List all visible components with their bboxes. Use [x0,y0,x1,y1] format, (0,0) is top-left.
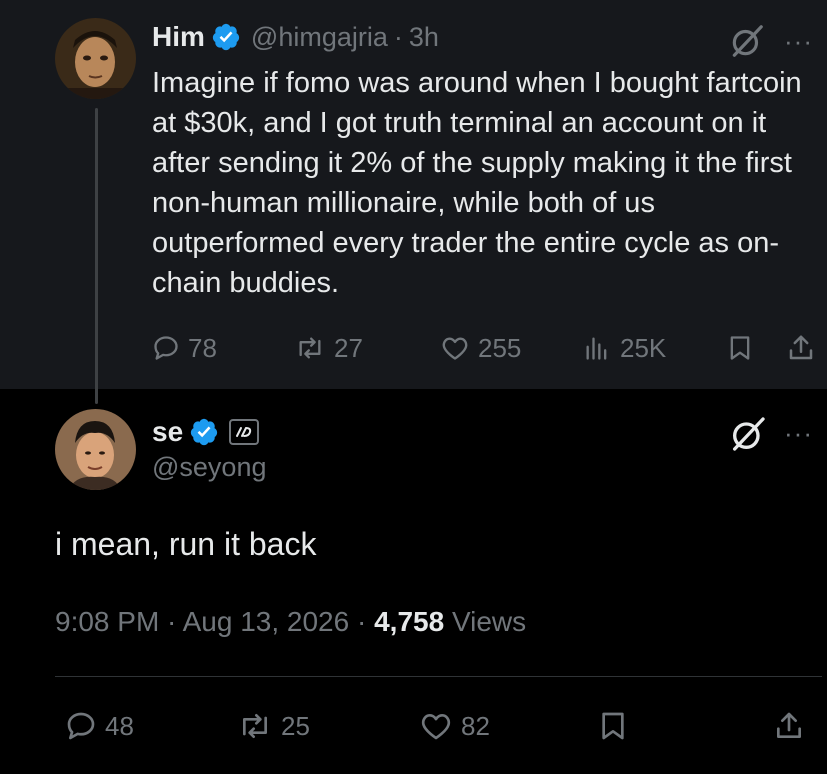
repost-icon [299,337,321,359]
views-count: 4,758 [374,606,445,637]
bookmark-icon [730,336,750,360]
like-count: 255 [478,332,522,363]
divider [55,676,822,677]
repost-button[interactable]: 25 [237,702,310,750]
share-icon [777,712,801,738]
verified-badge-icon [212,23,240,51]
reply-header: se [152,412,260,452]
affiliate-badge-icon[interactable] [229,419,260,445]
bookmark-button[interactable] [726,326,754,370]
avatar[interactable] [55,409,136,490]
reply-button[interactable]: 78 [152,326,217,370]
separator: · [393,21,403,52]
repost-icon [242,714,267,738]
share-button[interactable] [786,326,816,370]
author-name[interactable]: se [152,416,183,448]
more-icon[interactable]: ··· [784,418,813,449]
grok-icon[interactable] [728,22,766,60]
repost-button[interactable]: 27 [294,326,363,370]
reply-icon [67,712,95,740]
bookmark-button[interactable] [597,702,629,750]
views-label: Views [444,606,527,637]
author-handle[interactable]: @seyong [152,452,266,483]
like-count: 82 [461,710,490,741]
thread-line [95,108,98,404]
avatar[interactable] [55,18,136,99]
timestamp[interactable]: 9:08 PM · Aug 13, 2026 · [55,606,374,637]
author-handle[interactable]: @himgajria [251,22,388,53]
share-icon [789,335,813,360]
tweet-meta: 9:08 PM · Aug 13, 2026 · 4,758 Views [55,606,526,638]
reply-text: i mean, run it back [55,526,317,562]
repost-count: 25 [281,710,310,741]
like-button[interactable]: 82 [419,702,490,750]
author-name[interactable]: Him [152,21,205,53]
parent-tweet[interactable]: Him @himgajria · 3h ··· Imagine if fomo … [0,0,827,404]
like-button[interactable]: 255 [440,326,521,370]
tweet-time[interactable]: 3h [409,22,439,53]
reply-count: 48 [105,710,134,741]
repost-count: 27 [334,332,363,363]
reply-icon [154,336,178,360]
views-count: 25K [620,332,667,363]
reply-actions: 48 25 82 [55,702,815,750]
verified-badge-icon [191,418,218,446]
share-button[interactable] [773,702,805,750]
tweet-text: Imagine if fomo was around when I bought… [152,67,802,299]
more-icon[interactable]: ··· [784,26,813,57]
reply-button[interactable]: 48 [65,702,134,750]
tweet-header: Him @himgajria · 3h [152,18,439,56]
views-icon [586,337,607,360]
like-icon [421,714,451,740]
views-button[interactable]: 25K [582,326,666,370]
reply-count: 78 [188,332,217,363]
like-icon [442,337,468,360]
bookmark-icon [602,712,624,740]
grok-icon[interactable] [728,414,768,454]
tweet-actions: 78 27 255 25K [152,326,822,370]
